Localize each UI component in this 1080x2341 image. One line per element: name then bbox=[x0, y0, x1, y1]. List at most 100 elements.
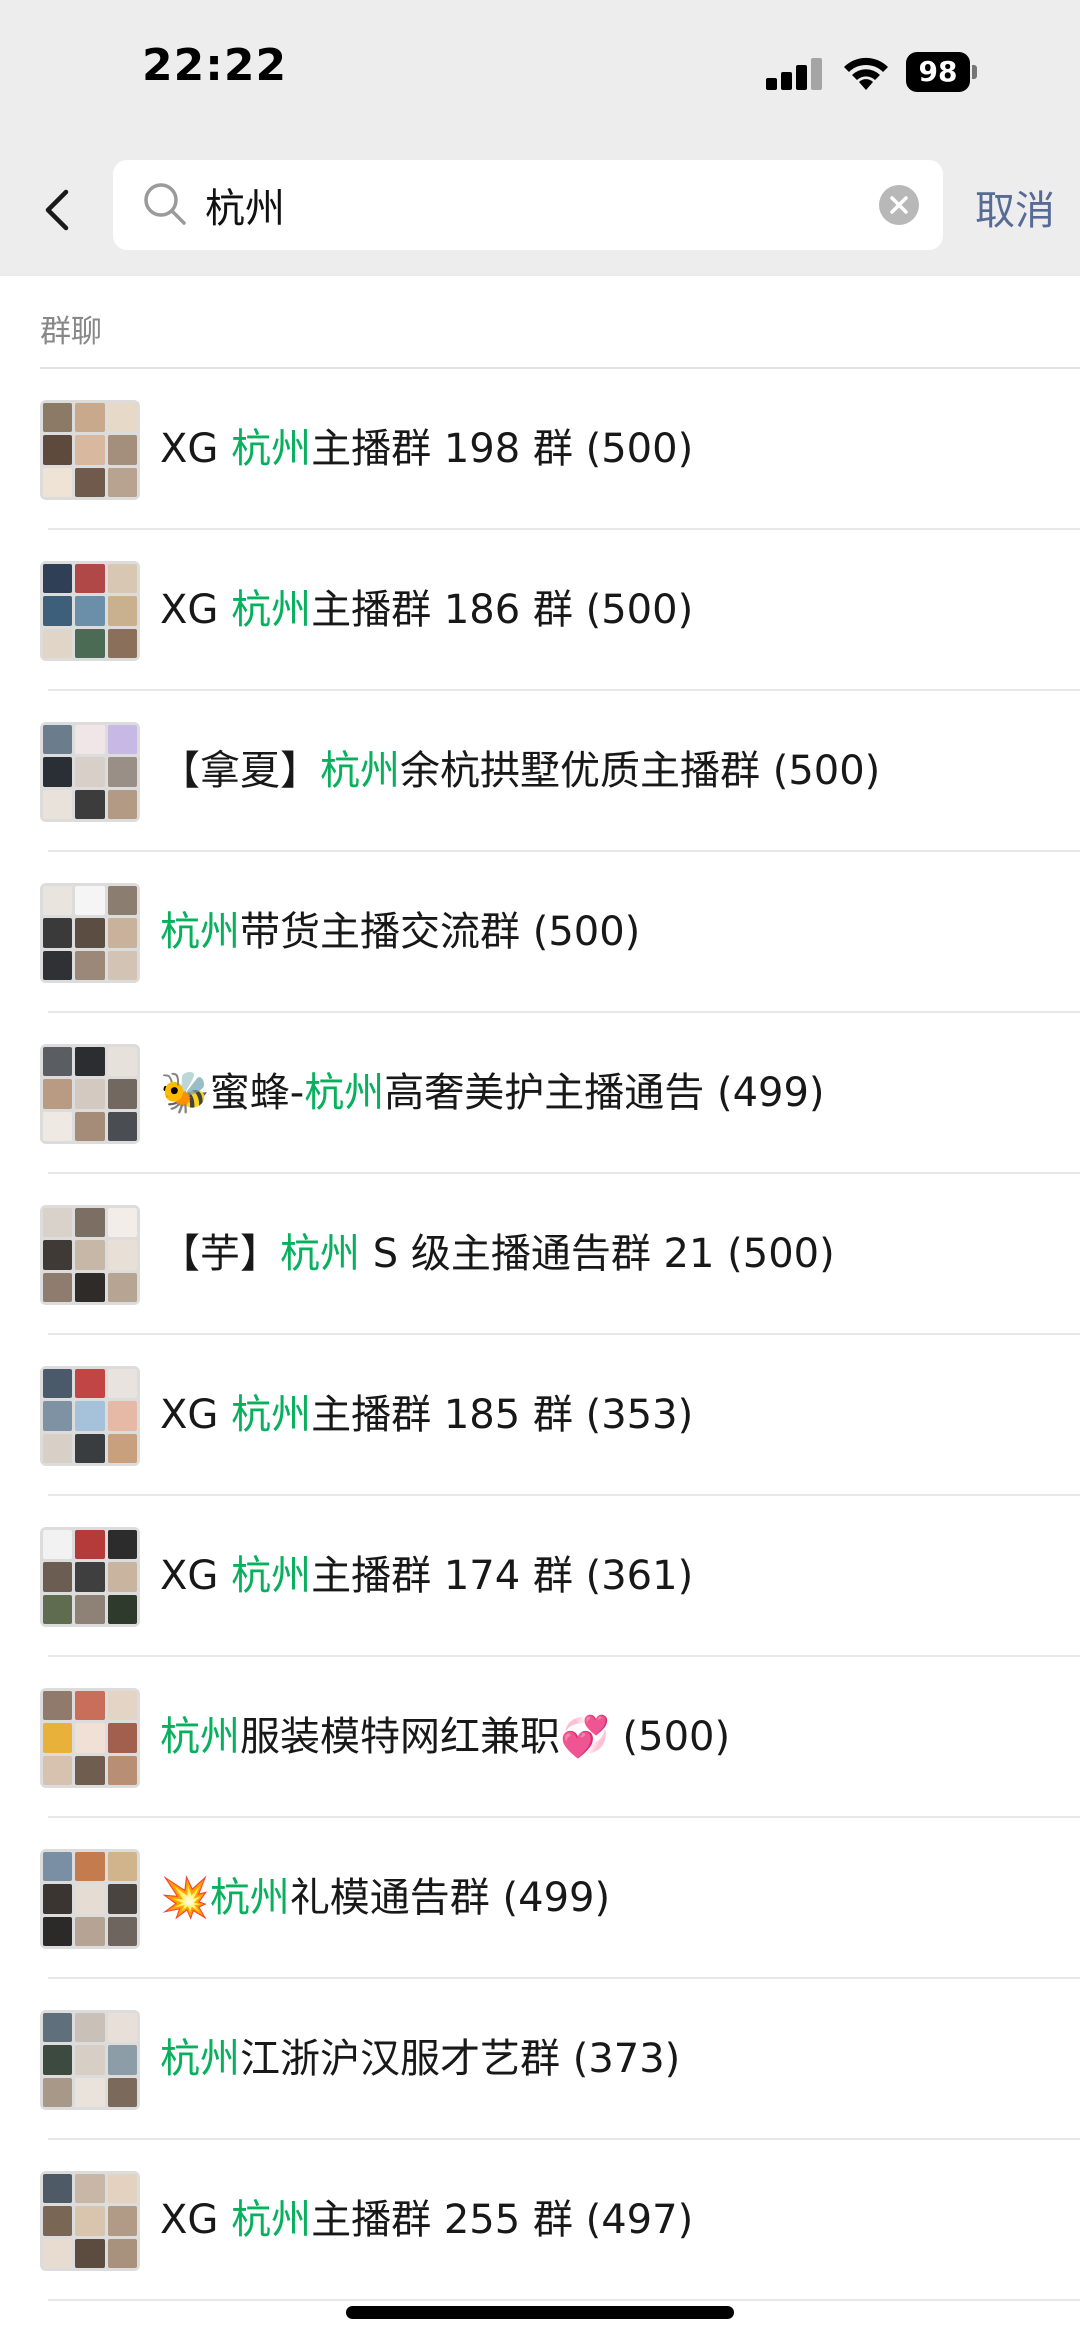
member-avatar-thumbnail bbox=[43, 789, 73, 819]
group-chat-title: 🐝蜜蜂-杭州高奢美护主播通告 (499) bbox=[160, 1013, 825, 1174]
keyword-highlight: 杭州 bbox=[160, 1714, 240, 1760]
group-avatar bbox=[40, 1688, 140, 1788]
member-avatar-thumbnail bbox=[43, 2206, 73, 2236]
member-avatar-thumbnail bbox=[43, 950, 73, 980]
member-avatar-thumbnail bbox=[43, 1755, 73, 1785]
group-chat-result-row[interactable]: XG 杭州主播群 174 群 (361) bbox=[0, 1496, 1080, 1657]
wifi-icon bbox=[844, 57, 888, 90]
member-avatar-thumbnail bbox=[107, 1079, 137, 1109]
member-avatar-thumbnail bbox=[107, 628, 137, 658]
group-chat-result-row[interactable]: XG 杭州主播群 255 群 (497) bbox=[0, 2140, 1080, 2301]
member-avatar-thumbnail bbox=[43, 1433, 73, 1463]
member-avatar-thumbnail bbox=[75, 789, 105, 819]
title-prefix: 🐝蜜蜂- bbox=[160, 1070, 305, 1116]
member-avatar-thumbnail bbox=[43, 1530, 73, 1560]
keyword-highlight: 杭州 bbox=[209, 1875, 290, 1921]
member-avatar-thumbnail bbox=[75, 1723, 105, 1753]
member-avatar-thumbnail bbox=[75, 1401, 105, 1431]
group-chat-title: 杭州带货主播交流群 (500) bbox=[160, 852, 640, 1013]
search-input[interactable] bbox=[205, 160, 845, 250]
member-avatar-thumbnail bbox=[43, 467, 73, 497]
member-avatar-thumbnail bbox=[75, 596, 105, 626]
group-chat-result-row[interactable]: XG 杭州主播群 186 群 (500) bbox=[0, 530, 1080, 691]
member-avatar-thumbnail bbox=[75, 1272, 105, 1302]
member-avatar-thumbnail bbox=[75, 757, 105, 787]
member-avatar-thumbnail bbox=[43, 918, 73, 948]
cellular-signal-icon bbox=[766, 58, 822, 90]
member-avatar-thumbnail bbox=[43, 1691, 73, 1721]
member-avatar-thumbnail bbox=[107, 1884, 137, 1914]
group-chat-result-row[interactable]: XG 杭州主播群 185 群 (353) bbox=[0, 1335, 1080, 1496]
member-avatar-thumbnail bbox=[107, 1852, 137, 1882]
group-chat-result-row[interactable]: 【拿夏】杭州余杭拱墅优质主播群 (500) bbox=[0, 691, 1080, 852]
group-chat-title: 杭州江浙沪汉服才艺群 (373) bbox=[160, 1979, 680, 2140]
member-avatar-thumbnail bbox=[75, 725, 105, 755]
member-avatar-thumbnail bbox=[43, 1723, 73, 1753]
keyword-highlight: 杭州 bbox=[231, 426, 312, 472]
member-avatar-thumbnail bbox=[107, 1272, 137, 1302]
group-avatar bbox=[40, 561, 140, 661]
member-avatar-thumbnail bbox=[75, 918, 105, 948]
member-avatar-thumbnail bbox=[75, 1594, 105, 1624]
member-avatar-thumbnail bbox=[107, 596, 137, 626]
member-avatar-thumbnail bbox=[75, 1916, 105, 1946]
member-avatar-thumbnail bbox=[107, 1369, 137, 1399]
member-avatar-thumbnail bbox=[43, 725, 73, 755]
group-chat-title: 【芋】杭州 S 级主播通告群 21 (500) bbox=[160, 1174, 835, 1335]
clear-icon[interactable] bbox=[879, 185, 919, 225]
group-chat-title: 💥杭州礼模通告群 (499) bbox=[160, 1818, 610, 1979]
back-chevron-icon[interactable] bbox=[34, 180, 84, 240]
member-avatar-thumbnail bbox=[107, 2077, 137, 2107]
search-box[interactable] bbox=[113, 160, 943, 250]
group-chat-result-row[interactable]: 💥杭州礼模通告群 (499) bbox=[0, 1818, 1080, 1979]
home-indicator[interactable] bbox=[346, 2306, 734, 2319]
group-chat-result-row[interactable]: 杭州带货主播交流群 (500) bbox=[0, 852, 1080, 1013]
member-avatar-thumbnail bbox=[75, 1208, 105, 1238]
member-avatar-thumbnail bbox=[43, 1369, 73, 1399]
member-avatar-thumbnail bbox=[75, 1369, 105, 1399]
member-avatar-thumbnail bbox=[75, 1530, 105, 1560]
member-avatar-thumbnail bbox=[43, 1852, 73, 1882]
group-chat-result-row[interactable]: 杭州服装模特网红兼职💞 (500) bbox=[0, 1657, 1080, 1818]
group-chat-result-row[interactable]: XG 杭州主播群 198 群 (500) bbox=[0, 369, 1080, 530]
group-chat-result-row[interactable]: 【芋】杭州 S 级主播通告群 21 (500) bbox=[0, 1174, 1080, 1335]
group-chat-title: 杭州服装模特网红兼职💞 (500) bbox=[160, 1657, 730, 1818]
member-avatar-thumbnail bbox=[75, 403, 105, 433]
member-avatar-thumbnail bbox=[107, 918, 137, 948]
member-avatar-thumbnail bbox=[75, 1852, 105, 1882]
title-suffix: 主播群 185 群 (353) bbox=[311, 1392, 694, 1438]
member-avatar-thumbnail bbox=[107, 403, 137, 433]
member-avatar-thumbnail bbox=[75, 2174, 105, 2204]
member-avatar-thumbnail bbox=[43, 628, 73, 658]
member-avatar-thumbnail bbox=[43, 886, 73, 916]
member-avatar-thumbnail bbox=[75, 1433, 105, 1463]
member-avatar-thumbnail bbox=[75, 1562, 105, 1592]
title-suffix: 主播群 186 群 (500) bbox=[311, 587, 694, 633]
member-avatar-thumbnail bbox=[75, 950, 105, 980]
member-avatar-thumbnail bbox=[107, 2238, 137, 2268]
group-avatar bbox=[40, 883, 140, 983]
status-bar: 22:22 98 bbox=[0, 0, 1080, 150]
member-avatar-thumbnail bbox=[75, 1691, 105, 1721]
group-avatar bbox=[40, 400, 140, 500]
member-avatar-thumbnail bbox=[75, 1240, 105, 1270]
member-avatar-thumbnail bbox=[43, 2045, 73, 2075]
group-chat-title: 【拿夏】杭州余杭拱墅优质主播群 (500) bbox=[160, 691, 880, 852]
member-avatar-thumbnail bbox=[43, 2013, 73, 2043]
group-chat-result-row[interactable]: 杭州江浙沪汉服才艺群 (373) bbox=[0, 1979, 1080, 2140]
group-avatar bbox=[40, 1527, 140, 1627]
member-avatar-thumbnail bbox=[43, 1111, 73, 1141]
cancel-button[interactable]: 取消 bbox=[975, 178, 1055, 236]
member-avatar-thumbnail bbox=[75, 1884, 105, 1914]
member-avatar-thumbnail bbox=[107, 886, 137, 916]
group-chat-result-row[interactable]: 🐝蜜蜂-杭州高奢美护主播通告 (499) bbox=[0, 1013, 1080, 1174]
member-avatar-thumbnail bbox=[43, 757, 73, 787]
member-avatar-thumbnail bbox=[107, 1916, 137, 1946]
group-chat-results-list: XG 杭州主播群 198 群 (500) XG 杭州主播群 186 群 (500)… bbox=[0, 369, 1080, 2301]
member-avatar-thumbnail bbox=[43, 435, 73, 465]
title-suffix: 主播群 255 群 (497) bbox=[311, 2197, 694, 2243]
member-avatar-thumbnail bbox=[43, 1884, 73, 1914]
title-prefix: 【芋】 bbox=[160, 1231, 280, 1277]
title-suffix: 高奢美护主播通告 (499) bbox=[384, 1070, 825, 1116]
keyword-highlight: 杭州 bbox=[231, 1553, 312, 1599]
